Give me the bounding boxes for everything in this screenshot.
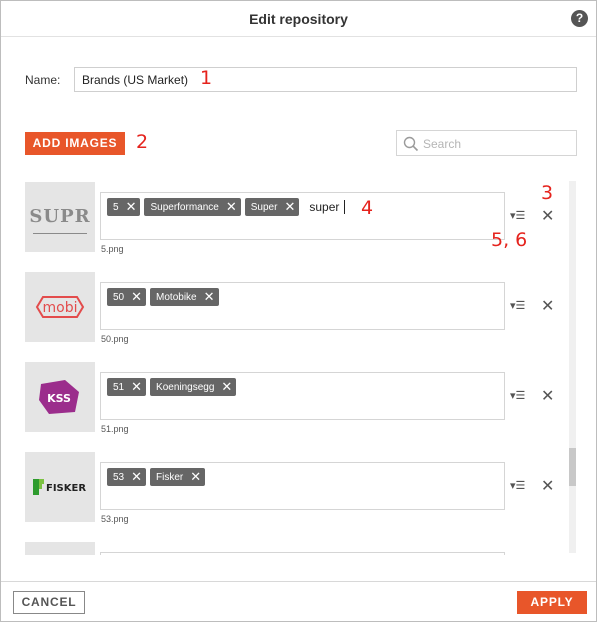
close-icon[interactable]: ✕ bbox=[226, 198, 237, 216]
tag: 50 ✕ bbox=[107, 288, 147, 306]
tag: 5 ✕ bbox=[107, 198, 141, 216]
tag-label: Koeningsegg bbox=[156, 381, 215, 393]
tag: Motobike ✕ bbox=[150, 288, 219, 306]
text-caret bbox=[344, 200, 346, 214]
tag: Fisker ✕ bbox=[150, 468, 206, 486]
tag: 51 ✕ bbox=[107, 378, 147, 396]
close-icon[interactable]: ✕ bbox=[190, 468, 201, 486]
search-field[interactable] bbox=[396, 130, 577, 156]
list-item bbox=[1, 533, 581, 555]
tag: Superformance ✕ bbox=[144, 198, 241, 216]
tag-label: 51 bbox=[113, 381, 125, 393]
image-thumbnail[interactable] bbox=[25, 542, 95, 555]
tag-input-box[interactable]: 53 ✕ Fisker ✕ bbox=[100, 462, 505, 510]
filename: 51.png bbox=[101, 424, 129, 434]
mobi-logo: mobi bbox=[35, 296, 85, 318]
close-icon[interactable]: ✕ bbox=[541, 206, 554, 226]
close-icon[interactable]: ✕ bbox=[131, 288, 142, 306]
tag: Koeningsegg ✕ bbox=[150, 378, 237, 396]
menu-icon[interactable]: ▾☰ bbox=[510, 479, 525, 492]
menu-icon[interactable]: ▾☰ bbox=[510, 209, 525, 222]
close-icon[interactable]: ✕ bbox=[221, 378, 232, 396]
close-icon[interactable]: ✕ bbox=[126, 198, 137, 216]
tag-label: Superformance bbox=[150, 201, 219, 213]
fisker-logo: FISKER bbox=[33, 479, 86, 495]
tag-label: 5 bbox=[113, 201, 119, 213]
annotation-3: 3 bbox=[541, 182, 554, 204]
tag-label: Motobike bbox=[156, 291, 197, 303]
scrollbar-thumb[interactable] bbox=[569, 448, 576, 486]
edit-repository-dialog: Edit repository ? Name: 1 ADD IMAGES 2 S… bbox=[0, 0, 597, 622]
close-icon[interactable]: ✕ bbox=[131, 468, 142, 486]
fisker-logo-text: FISKER bbox=[46, 483, 86, 494]
kss-logo: KSS bbox=[39, 380, 79, 414]
annotation-4: 4 bbox=[361, 197, 374, 219]
search-icon bbox=[403, 136, 419, 152]
tag-input-box[interactable] bbox=[100, 552, 505, 555]
tag: Super ✕ bbox=[244, 198, 300, 216]
mobi-logo-text: mobi bbox=[43, 300, 78, 316]
tag-label: 53 bbox=[113, 471, 125, 483]
annotation-2: 2 bbox=[136, 131, 149, 153]
list-item: mobi 50 ✕ Motobike ✕ 50.png ▾☰ ✕ bbox=[1, 263, 581, 353]
scrollbar-track[interactable] bbox=[569, 181, 576, 553]
tag-typing-text[interactable]: super bbox=[309, 200, 339, 214]
image-thumbnail[interactable]: SUPR bbox=[25, 182, 95, 252]
tag-input-box[interactable]: 5 ✕ Superformance ✕ Super ✕ super bbox=[100, 192, 505, 240]
close-icon[interactable]: ✕ bbox=[541, 296, 554, 316]
close-icon[interactable]: ✕ bbox=[204, 288, 215, 306]
filename: 5.png bbox=[101, 244, 124, 254]
name-input[interactable] bbox=[74, 67, 577, 92]
image-thumbnail[interactable]: mobi bbox=[25, 272, 95, 342]
dialog-header: Edit repository ? bbox=[1, 1, 596, 37]
tag: 53 ✕ bbox=[107, 468, 147, 486]
image-thumbnail[interactable]: KSS bbox=[25, 362, 95, 432]
name-label: Name: bbox=[25, 73, 61, 87]
filename: 53.png bbox=[101, 514, 129, 524]
annotation-1: 1 bbox=[200, 67, 213, 89]
annotation-5-6: 5, 6 bbox=[491, 229, 528, 251]
tag-input-box[interactable]: 50 ✕ Motobike ✕ bbox=[100, 282, 505, 330]
apply-button[interactable]: APPLY bbox=[517, 591, 587, 614]
cancel-button[interactable]: CANCEL bbox=[13, 591, 85, 614]
image-thumbnail[interactable]: FISKER bbox=[25, 452, 95, 522]
list-item: KSS 51 ✕ Koeningsegg ✕ 51.png ▾☰ ✕ bbox=[1, 353, 581, 443]
dialog-footer bbox=[1, 581, 596, 621]
add-images-button[interactable]: ADD IMAGES bbox=[25, 132, 125, 155]
kss-logo-text: KSS bbox=[47, 392, 71, 405]
tag-label: 50 bbox=[113, 291, 125, 303]
close-icon[interactable]: ✕ bbox=[541, 386, 554, 406]
menu-icon[interactable]: ▾☰ bbox=[510, 299, 525, 312]
supr-logo: SUPR bbox=[25, 206, 95, 234]
close-icon[interactable]: ✕ bbox=[131, 378, 142, 396]
filename: 50.png bbox=[101, 334, 129, 344]
help-icon[interactable]: ? bbox=[571, 10, 588, 27]
tag-label: Super bbox=[250, 201, 278, 213]
search-input[interactable] bbox=[423, 135, 571, 152]
tag-input-box[interactable]: 51 ✕ Koeningsegg ✕ bbox=[100, 372, 505, 420]
menu-icon[interactable]: ▾☰ bbox=[510, 389, 525, 402]
tag-label: Fisker bbox=[156, 471, 184, 483]
dialog-title: Edit repository bbox=[249, 11, 348, 27]
close-icon[interactable]: ✕ bbox=[541, 476, 554, 496]
list-item: FISKER 53 ✕ Fisker ✕ 53.png ▾☰ ✕ bbox=[1, 443, 581, 533]
close-icon[interactable]: ✕ bbox=[284, 198, 295, 216]
